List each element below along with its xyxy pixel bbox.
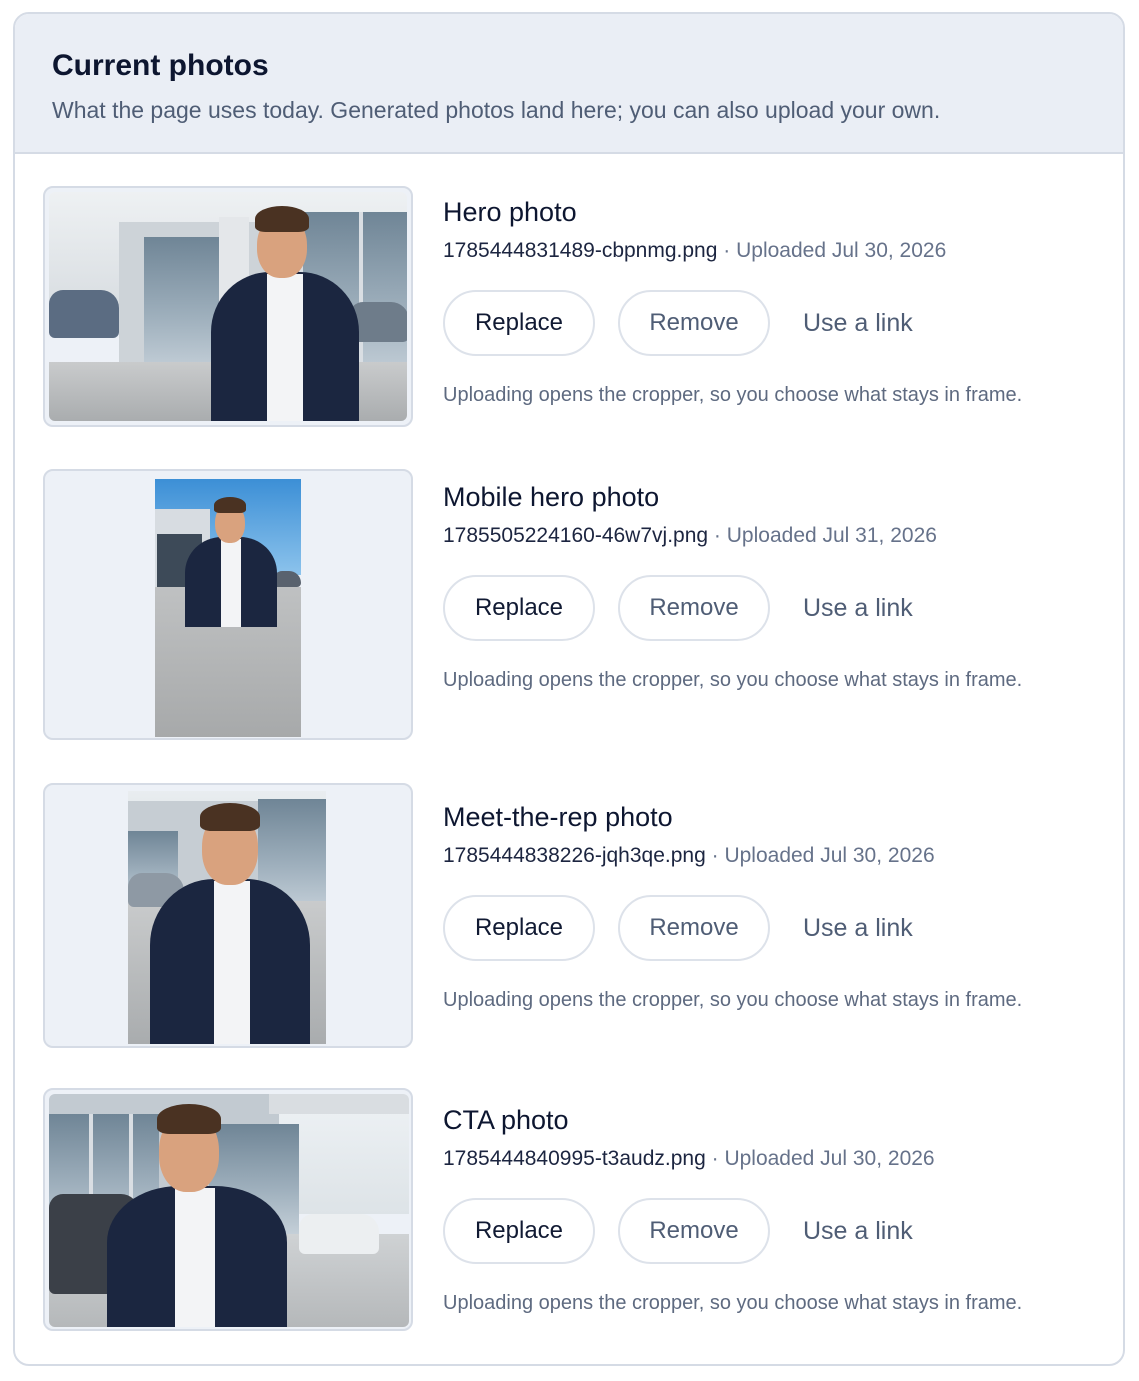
mobile-hero-photo-image — [155, 479, 301, 737]
photo-meta: 1785444840995-t3audz.png · Uploaded Jul … — [443, 1146, 1083, 1172]
use-a-link-button[interactable]: Use a link — [803, 1198, 913, 1264]
meet-the-rep-photo-image — [128, 791, 326, 1044]
cta-photo-info: CTA photo 1785444840995-t3audz.png · Upl… — [443, 1088, 1083, 1316]
cropper-hint: Uploading opens the cropper, so you choo… — [443, 669, 1023, 691]
remove-button[interactable]: Remove — [618, 1198, 770, 1264]
photo-meta: 1785505224160-46w7vj.png · Uploaded Jul … — [443, 523, 1083, 549]
replace-button[interactable]: Replace — [443, 895, 595, 961]
remove-button[interactable]: Remove — [618, 575, 770, 641]
photo-actions: Replace Remove Use a link — [443, 575, 1083, 641]
photo-title: CTA photo — [443, 1105, 569, 1135]
photo-filename: 1785444831489-cbpnmg.png — [443, 239, 718, 262]
photo-actions: Replace Remove Use a link — [443, 1198, 1083, 1264]
photo-filename: 1785444838226-jqh3qe.png — [443, 844, 706, 867]
use-a-link-button[interactable]: Use a link — [803, 895, 913, 961]
cta-photo-thumbnail — [43, 1088, 413, 1331]
replace-button[interactable]: Replace — [443, 290, 595, 356]
hero-photo-info: Hero photo 1785444831489-cbpnmg.png · Up… — [443, 186, 1083, 408]
photo-filename: 1785505224160-46w7vj.png — [443, 524, 709, 547]
photo-upload-date: Uploaded Jul 30, 2026 — [736, 239, 947, 262]
card-subtitle: What the page uses today. Generated phot… — [52, 97, 941, 123]
hero-photo-image — [49, 192, 407, 421]
photo-title: Mobile hero photo — [443, 482, 660, 512]
replace-button[interactable]: Replace — [443, 575, 595, 641]
mobile-hero-photo-thumbnail — [43, 469, 413, 740]
remove-button[interactable]: Remove — [618, 290, 770, 356]
photo-title: Hero photo — [443, 197, 577, 227]
meta-separator: · — [713, 524, 721, 547]
photo-upload-date: Uploaded Jul 30, 2026 — [724, 844, 935, 867]
meet-the-rep-photo-thumbnail — [43, 783, 413, 1048]
hero-photo-thumbnail — [43, 186, 413, 427]
photo-meta: 1785444838226-jqh3qe.png · Uploaded Jul … — [443, 843, 1083, 869]
photo-upload-date: Uploaded Jul 31, 2026 — [726, 524, 937, 547]
meet-the-rep-photo-info: Meet-the-rep photo 1785444838226-jqh3qe.… — [443, 783, 1083, 1013]
cropper-hint: Uploading opens the cropper, so you choo… — [443, 989, 1023, 1011]
cropper-hint: Uploading opens the cropper, so you choo… — [443, 1292, 1023, 1314]
photo-meta: 1785444831489-cbpnmg.png · Uploaded Jul … — [443, 238, 1083, 264]
meta-separator: · — [723, 239, 731, 262]
meta-separator: · — [711, 1147, 719, 1170]
cropper-hint: Uploading opens the cropper, so you choo… — [443, 384, 1023, 406]
use-a-link-button[interactable]: Use a link — [803, 575, 913, 641]
current-photos-card: Current photos What the page uses today.… — [13, 12, 1125, 1366]
photo-upload-date: Uploaded Jul 30, 2026 — [724, 1147, 935, 1170]
mobile-hero-photo-info: Mobile hero photo 1785505224160-46w7vj.p… — [443, 469, 1083, 693]
cta-photo-image — [49, 1094, 409, 1327]
meta-separator: · — [711, 844, 719, 867]
photo-filename: 1785444840995-t3audz.png — [443, 1147, 706, 1170]
card-header: Current photos What the page uses today.… — [15, 14, 1123, 154]
replace-button[interactable]: Replace — [443, 1198, 595, 1264]
photo-actions: Replace Remove Use a link — [443, 895, 1083, 961]
remove-button[interactable]: Remove — [618, 895, 770, 961]
photo-actions: Replace Remove Use a link — [443, 290, 1083, 356]
photo-title: Meet-the-rep photo — [443, 802, 673, 832]
card-title: Current photos — [52, 49, 269, 82]
use-a-link-button[interactable]: Use a link — [803, 290, 913, 356]
